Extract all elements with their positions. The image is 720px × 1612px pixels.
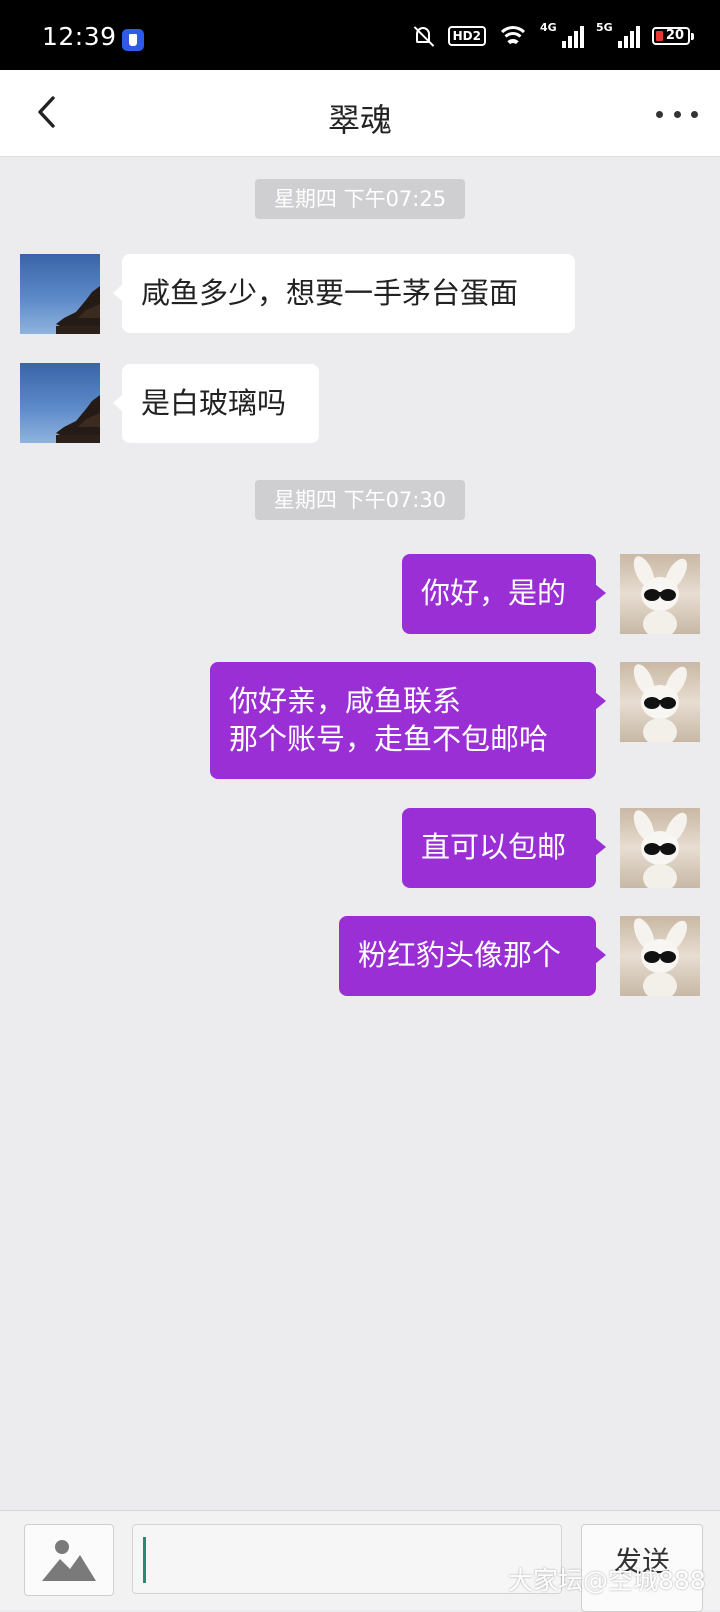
send-image-button[interactable] [24, 1524, 114, 1596]
message-input[interactable] [132, 1524, 562, 1594]
mute-bell-icon [412, 24, 436, 48]
wifi-icon [498, 24, 528, 48]
watermark: 大家坛@空城888 [508, 1566, 706, 1595]
bunny-avatar-image [633, 918, 687, 996]
outgoing-message: 你好，是的 [402, 554, 606, 634]
time-divider: 星期四 下午07:25 [255, 179, 465, 219]
my-avatar[interactable] [620, 554, 700, 634]
outgoing-message: 你好亲，咸鱼联系 那个账号，走鱼不包邮哈 [210, 662, 606, 779]
my-avatar[interactable] [620, 662, 700, 742]
status-icons: HD2 4G 5G 20 [412, 21, 694, 50]
avatar-image [56, 395, 100, 443]
avatar-image [56, 286, 100, 334]
network-type-label: 5G [596, 21, 613, 34]
signal-4g-icon: 4G [540, 21, 584, 48]
outgoing-message: 直可以包邮 [402, 808, 606, 888]
bunny-avatar-image [633, 556, 687, 634]
status-bar: 12:39 HD2 4G 5G 20 [0, 0, 720, 70]
message-line: 那个账号，走鱼不包邮哈 [229, 722, 549, 756]
incoming-message: 咸鱼多少，想要一手茅台蛋面 [113, 254, 575, 333]
outgoing-message: 粉红豹头像那个 [339, 916, 606, 996]
chat-header: 翠魂 [0, 70, 720, 157]
contact-avatar[interactable] [20, 254, 100, 334]
flashlight-app-icon [122, 29, 144, 51]
my-avatar[interactable] [620, 808, 700, 888]
bunny-avatar-image [633, 664, 687, 742]
image-icon [42, 1540, 96, 1581]
time-divider: 星期四 下午07:30 [255, 480, 465, 520]
more-dot-icon [656, 110, 663, 118]
contact-avatar[interactable] [20, 363, 100, 443]
network-type-label: 4G [540, 21, 557, 34]
more-dot-icon [673, 110, 681, 118]
more-dot-icon [691, 110, 698, 118]
more-options-button[interactable] [656, 96, 698, 132]
chat-title: 翠魂 [327, 101, 392, 139]
bunny-avatar-image [633, 810, 687, 888]
battery-icon: 20 [652, 27, 694, 45]
message-line: 你好亲，咸鱼联系 [229, 684, 462, 718]
signal-5g-icon: 5G [596, 21, 640, 48]
status-time: 12:39 [42, 22, 117, 51]
my-avatar[interactable] [620, 916, 700, 996]
incoming-message: 是白玻璃吗 [113, 364, 319, 443]
text-caret [143, 1537, 146, 1583]
hd-voice-icon: HD2 [447, 26, 486, 46]
